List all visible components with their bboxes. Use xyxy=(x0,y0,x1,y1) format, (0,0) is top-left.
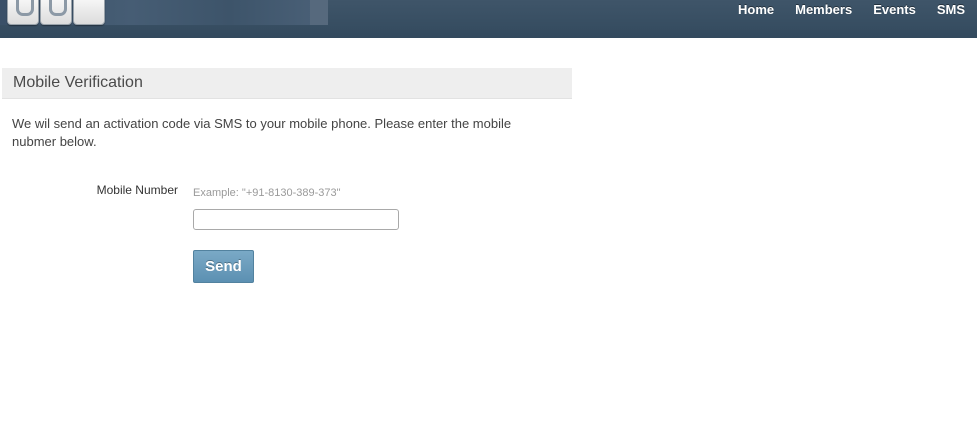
nav-events-link[interactable]: Events xyxy=(873,2,916,17)
logo-key-icon xyxy=(73,0,105,25)
nav-home-link[interactable]: Home xyxy=(738,2,774,17)
site-logo[interactable] xyxy=(0,0,328,25)
logo-key-icon xyxy=(40,0,72,25)
intro-text: We wil send an activation code via SMS t… xyxy=(12,116,512,149)
mobile-number-label: Mobile Number xyxy=(96,183,178,197)
panel-title: Mobile Verification xyxy=(13,74,143,91)
mobile-number-hint: Example: "+91-8130-389-373" xyxy=(193,187,341,199)
logo-stripe xyxy=(310,0,328,25)
nav-sms-link[interactable]: SMS xyxy=(937,2,965,17)
panel-header: Mobile Verification xyxy=(2,68,572,99)
send-button[interactable]: Send xyxy=(193,250,254,283)
main-nav: Home Members Events SMS xyxy=(738,2,965,17)
logo-key-icon xyxy=(7,0,39,25)
nav-members-link[interactable]: Members xyxy=(795,2,852,17)
mobile-number-input[interactable] xyxy=(193,209,399,230)
top-navigation-bar: Home Members Events SMS xyxy=(0,0,977,38)
